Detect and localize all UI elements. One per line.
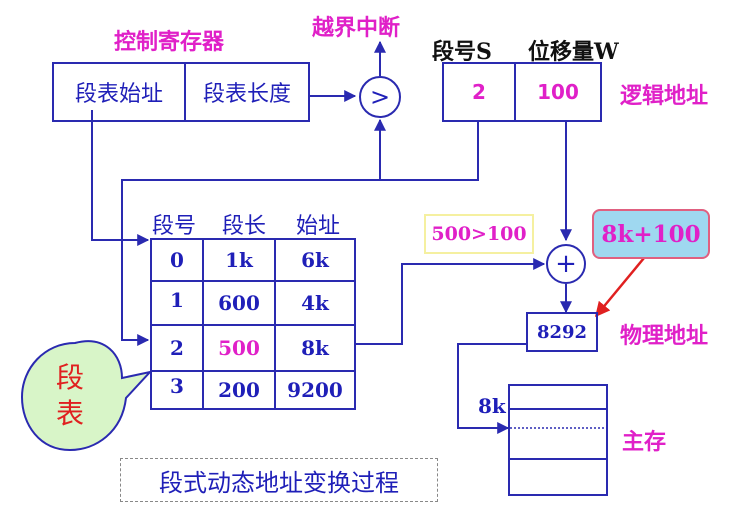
compare-note: 500>100 xyxy=(424,214,534,254)
table-row-0-base: 6k xyxy=(276,240,354,282)
sum-callout: 8k+100 xyxy=(592,209,710,259)
table-row-1-length: 600 xyxy=(204,282,276,326)
control-register: 段表始址 段表长度 xyxy=(52,62,310,122)
table-row-3-segment: 3 xyxy=(152,372,204,408)
table-start-arrow xyxy=(91,110,150,246)
logical-address-register: 2 100 xyxy=(442,62,602,122)
table-row-2-length: 500 xyxy=(204,326,276,372)
register-field-table-start: 段表始址 xyxy=(54,64,186,120)
physical-address-box: 8292 xyxy=(526,312,598,352)
base-to-adder-arrow xyxy=(356,258,546,345)
main-memory-label: 主存 xyxy=(622,430,667,455)
segment-table-header-length: 段长 xyxy=(222,214,267,239)
adder-symbol: + xyxy=(555,249,577,279)
memory-divider xyxy=(510,458,606,460)
register-field-table-length: 段表长度 xyxy=(202,82,291,107)
callout-char-2: 表 xyxy=(55,397,84,430)
logical-segment-value: 2 xyxy=(444,64,516,120)
table-row-3-length: 200 xyxy=(204,372,276,408)
table-row-3-base: 9200 xyxy=(287,378,343,402)
logical-address-label: 逻辑地址 xyxy=(620,84,709,109)
callout-char-1: 段 xyxy=(55,361,84,394)
segment-table-header-base: 始址 xyxy=(296,214,341,239)
segment-table-header-number: 段号 xyxy=(152,214,197,239)
table-row-2-base: 8k xyxy=(276,326,354,372)
table-row-2-segment: 2 xyxy=(152,326,204,372)
table-row-1-base: 4k xyxy=(276,282,354,326)
segment-table: 0 1k 6k 1 600 4k 2 500 8k 3 200 9200 xyxy=(150,238,356,410)
sum-callout-arrow xyxy=(595,257,645,318)
table-row-0-segment: 0 xyxy=(152,240,204,282)
caption: 段式动态地址变换过程 xyxy=(120,458,438,502)
segment-table-callout-text: 段 表 xyxy=(44,360,96,432)
memory-offset-label: 8k xyxy=(478,394,506,418)
out-of-bounds-interrupt-label: 越界中断 xyxy=(312,16,401,41)
logical-offset-value: 100 xyxy=(537,80,579,104)
control-register-title: 控制寄存器 xyxy=(114,30,225,55)
table-row-1-segment: 1 xyxy=(152,282,204,326)
main-memory xyxy=(508,384,608,496)
memory-divider xyxy=(510,408,606,410)
table-row-0-length: 1k xyxy=(204,240,276,282)
physical-address-label: 物理地址 xyxy=(620,324,709,349)
compare-symbol: > xyxy=(369,83,391,111)
